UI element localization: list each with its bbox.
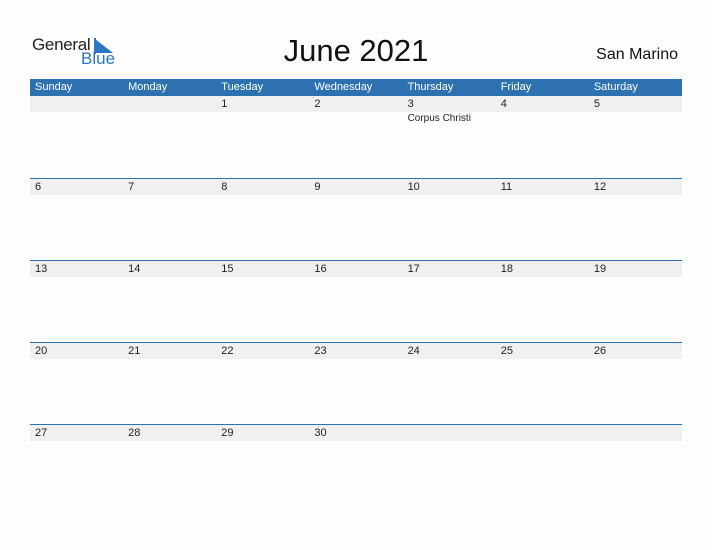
day-number: 25: [500, 345, 513, 357]
holiday-label: [403, 359, 496, 360]
day-number: 26: [593, 345, 607, 357]
day-number: [589, 425, 682, 441]
holiday-label: [496, 195, 589, 196]
day-number-strip: 6 7 8 9 10 11 12: [30, 179, 682, 195]
holiday-label: [216, 112, 309, 124]
day-number-strip: 13 14 15 16 17 18 19: [30, 261, 682, 277]
day-number: 3: [407, 98, 414, 110]
holiday-label: [309, 277, 402, 278]
day-number: [123, 96, 216, 112]
holiday-label: [30, 359, 123, 360]
holiday-label: [403, 441, 496, 442]
holiday-label: [216, 277, 309, 278]
holiday-label: [403, 195, 496, 196]
day-number: 6: [35, 181, 42, 193]
week-row: 20 21 22 23 24 25 26: [30, 342, 682, 424]
weekday-wednesday: Wednesday: [314, 81, 373, 93]
calendar-grid: Sunday Monday Tuesday Wednesday Thursday…: [30, 79, 682, 506]
holiday-label: [30, 112, 123, 124]
holiday-label: [496, 359, 589, 360]
day-number-strip: 1 2 3 4 5: [30, 96, 682, 112]
day-number: [403, 425, 496, 441]
day-number: 29: [221, 427, 234, 439]
week-row: 1 2 3 4 5 Corpus Christi: [30, 96, 682, 178]
day-number-strip: 20 21 22 23 24 25 26: [30, 343, 682, 359]
country-label: San Marino: [596, 46, 678, 63]
day-number: 21: [128, 345, 141, 357]
holiday-label: [123, 112, 216, 124]
day-number: [30, 96, 123, 112]
holiday-label: [496, 277, 589, 278]
day-number: 30: [314, 427, 327, 439]
day-number: 9: [314, 181, 321, 193]
weekday-sunday: Sunday: [35, 81, 73, 93]
holiday-label: [123, 441, 216, 442]
weeks-container: 1 2 3 4 5 Corpus Christi 6 7 8 9 10 11 12 13 14 15 16 17 1…: [30, 96, 682, 506]
day-number: 11: [500, 181, 513, 193]
day-number-strip: 27 28 29 30: [30, 425, 682, 441]
day-number: 2: [314, 98, 321, 110]
weekday-saturday: Saturday: [593, 81, 638, 93]
events-row: Corpus Christi: [30, 112, 682, 124]
holiday-label: Corpus Christi: [407, 113, 471, 124]
day-number: 27: [35, 427, 48, 439]
day-number: 24: [407, 345, 420, 357]
holiday-label: [589, 441, 682, 442]
day-number: 23: [314, 345, 327, 357]
events-row: [30, 441, 682, 442]
events-row: [30, 277, 682, 278]
day-number: 19: [593, 263, 607, 275]
weekday-tuesday: Tuesday: [221, 81, 264, 93]
holiday-label: [403, 277, 496, 278]
day-number: 22: [221, 345, 234, 357]
day-number: 18: [500, 263, 513, 275]
day-number: 8: [221, 181, 228, 193]
holiday-label: [216, 195, 309, 196]
holiday-label: [309, 441, 402, 442]
weekday-friday: Friday: [500, 81, 532, 93]
day-number: 1: [221, 98, 228, 110]
week-row: 13 14 15 16 17 18 19: [30, 260, 682, 342]
day-number: 14: [128, 263, 141, 275]
holiday-label: [30, 441, 123, 442]
weekday-thursday: Thursday: [407, 81, 454, 93]
day-number: 17: [407, 263, 420, 275]
day-number: 15: [221, 263, 234, 275]
day-number: [496, 425, 589, 441]
holiday-label: [589, 277, 682, 278]
day-number: 16: [314, 263, 327, 275]
weekday-header: Sunday Monday Tuesday Wednesday Thursday…: [30, 79, 682, 96]
day-number: 20: [35, 345, 48, 357]
day-number: 7: [128, 181, 135, 193]
day-number: 28: [128, 427, 141, 439]
holiday-label: [589, 359, 682, 360]
events-row: [30, 359, 682, 360]
holiday-label: [216, 359, 309, 360]
holiday-label: [30, 277, 123, 278]
holiday-label: [496, 441, 589, 442]
day-number: 12: [593, 181, 607, 193]
holiday-label: [123, 359, 216, 360]
events-row: [30, 195, 682, 196]
holiday-label: [309, 359, 402, 360]
holiday-label: [589, 112, 682, 124]
day-number: 13: [35, 263, 48, 275]
holiday-label: [309, 112, 402, 124]
holiday-label: [589, 195, 682, 196]
holiday-label: [496, 112, 589, 124]
holiday-label: [30, 195, 123, 196]
holiday-label: [216, 441, 309, 442]
day-number: 10: [407, 181, 420, 193]
weekday-monday: Monday: [128, 81, 168, 93]
holiday-label: [309, 195, 402, 196]
week-row: 6 7 8 9 10 11 12: [30, 178, 682, 260]
day-number: 5: [593, 98, 600, 110]
holiday-label: [123, 195, 216, 196]
day-number: 4: [500, 98, 507, 110]
week-row: 27 28 29 30: [30, 424, 682, 506]
holiday-label: [123, 277, 216, 278]
